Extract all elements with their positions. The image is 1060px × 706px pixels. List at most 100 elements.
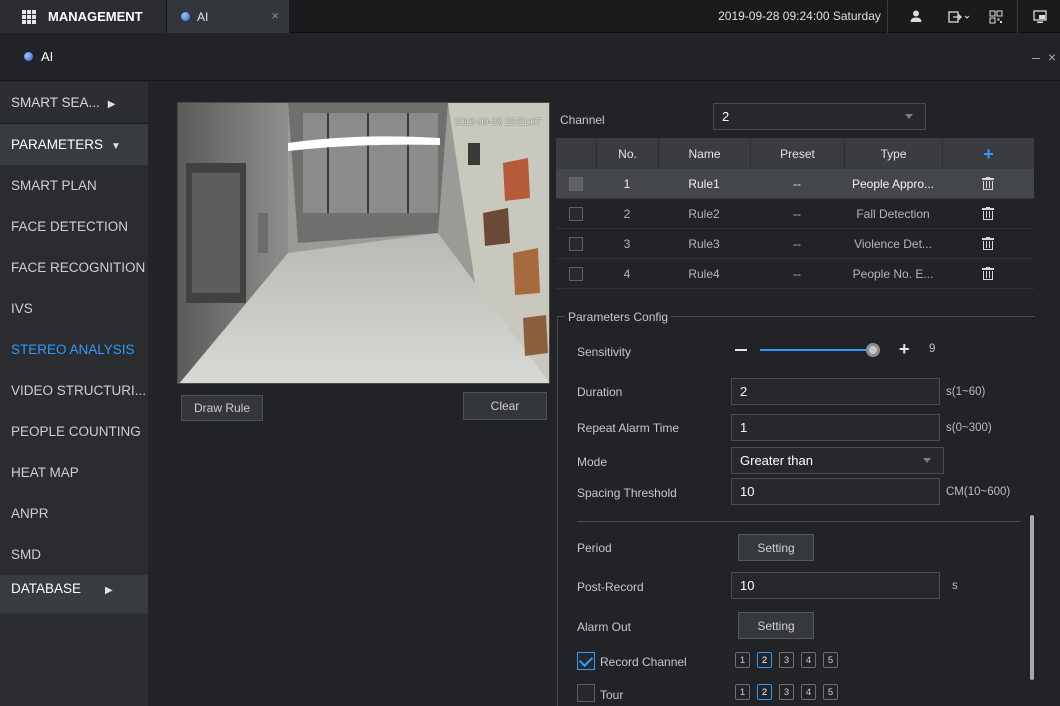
spacing-threshold-field[interactable]: 10: [731, 478, 940, 505]
row-no: 1: [623, 176, 631, 191]
record-channel-label: Record Channel: [600, 655, 687, 669]
parameters-config-legend: Parameters Config: [565, 310, 672, 324]
page-title-bar: AI – ×: [0, 33, 1060, 81]
row-preset: --: [793, 176, 801, 191]
row-type: Fall Detection: [856, 206, 930, 221]
sensitivity-slider-thumb[interactable]: [865, 343, 880, 357]
top-bar: MANAGEMENT AI × 2019-09-28 09:24:00 Satu…: [0, 0, 1060, 33]
mode-value: Greater than: [740, 453, 813, 468]
section-divider: [577, 521, 1020, 522]
add-rule-icon[interactable]: +: [983, 145, 994, 163]
decrease-icon[interactable]: [735, 349, 747, 351]
delete-icon[interactable]: [982, 267, 994, 280]
camera-scene-image: [178, 103, 549, 383]
tour-channel-1[interactable]: 1: [735, 684, 750, 700]
alarm-out-setting-button[interactable]: Setting: [738, 612, 814, 639]
system-datetime: 2019-09-28 09:24:00 Saturday: [712, 0, 888, 33]
table-header: No. Name Preset Type +: [556, 138, 1034, 169]
table-row[interactable]: 3 Rule3 -- Violence Det...: [556, 229, 1034, 259]
clear-button[interactable]: Clear: [463, 392, 547, 420]
delete-icon[interactable]: [982, 207, 994, 220]
sidebar-item-label: SMART SEA...: [11, 95, 100, 110]
row-no: 2: [623, 206, 631, 221]
ai-title-icon: [24, 52, 33, 61]
period-label: Period: [577, 541, 612, 555]
row-name: Rule4: [688, 266, 720, 281]
sidebar-item-people-counting[interactable]: PEOPLE COUNTING: [0, 411, 148, 452]
delete-icon[interactable]: [982, 237, 994, 250]
delete-icon[interactable]: [982, 177, 994, 190]
tour-channel-5[interactable]: 5: [823, 684, 838, 700]
channel-select[interactable]: 2: [713, 103, 926, 130]
record-channel-checkbox[interactable]: [577, 652, 595, 670]
tab-close-icon[interactable]: ×: [271, 8, 279, 23]
video-preview[interactable]: 2019-09-28 23:51:07: [177, 102, 550, 384]
duration-unit: s(1~60): [946, 386, 986, 398]
row-name: Rule1: [688, 176, 720, 191]
repeat-alarm-field[interactable]: 1: [731, 414, 940, 441]
row-type: People Appro...: [851, 176, 935, 191]
sidebar-item-smart-plan[interactable]: SMART PLAN: [0, 165, 148, 206]
record-channel-5[interactable]: 5: [823, 652, 838, 668]
increase-icon[interactable]: +: [899, 340, 910, 358]
row-checkbox[interactable]: [569, 266, 583, 281]
row-preset: --: [793, 236, 801, 251]
sidebar-item-video-structuring[interactable]: VIDEO STRUCTURI...: [0, 370, 148, 411]
duration-label: Duration: [577, 385, 623, 399]
record-channel-1[interactable]: 1: [735, 652, 750, 668]
record-channel-4[interactable]: 4: [801, 652, 816, 668]
logout-icon[interactable]: [944, 0, 974, 33]
management-menu[interactable]: MANAGEMENT: [0, 0, 166, 33]
table-row[interactable]: 1 Rule1 -- People Appro...: [556, 169, 1034, 199]
sensitivity-label: Sensitivity: [577, 345, 632, 359]
sensitivity-value: 9: [929, 343, 936, 355]
sidebar-item-stereo-analysis[interactable]: STEREO ANALYSIS: [0, 329, 148, 370]
tour-channel-3[interactable]: 3: [779, 684, 794, 700]
alarm-out-label: Alarm Out: [577, 620, 632, 634]
repeat-alarm-unit: s(0~300): [946, 422, 992, 434]
video-timestamp: 2019-09-28 23:51:07: [453, 117, 541, 128]
row-name: Rule2: [688, 206, 720, 221]
sidebar-item-face-recognition[interactable]: FACE RECOGNITION: [0, 247, 148, 288]
record-channel-2[interactable]: 2: [757, 652, 772, 668]
sidebar-item-smd[interactable]: SMD: [0, 534, 148, 575]
row-checkbox[interactable]: [569, 206, 583, 221]
ai-tab-icon: [181, 12, 190, 21]
sidebar-item-heat-map[interactable]: HEAT MAP: [0, 452, 148, 493]
record-channel-3[interactable]: 3: [779, 652, 794, 668]
management-label: MANAGEMENT: [48, 9, 143, 24]
window-controls[interactable]: – ×: [1032, 49, 1058, 65]
chevron-down-icon: ▼: [111, 141, 121, 152]
mode-select[interactable]: Greater than: [731, 447, 944, 474]
fullscreen-icon[interactable]: [1028, 0, 1052, 33]
sensitivity-slider-track[interactable]: [760, 349, 873, 351]
user-icon[interactable]: [904, 0, 928, 33]
sidebar-item-ivs[interactable]: IVS: [0, 288, 148, 329]
column-name: Name: [688, 146, 721, 161]
post-record-field[interactable]: 10: [731, 572, 940, 599]
sidebar-item-parameters[interactable]: PARAMETERS ▼: [0, 124, 148, 165]
chevron-right-icon: ▶: [107, 99, 116, 110]
row-checkbox[interactable]: [569, 176, 583, 191]
sidebar-item-smart-search[interactable]: SMART SEA... ▶: [0, 82, 148, 123]
sidebar-item-anpr[interactable]: ANPR: [0, 493, 148, 534]
tour-channel-2[interactable]: 2: [757, 684, 772, 700]
rules-table: No. Name Preset Type + 1 Rule1 -- People…: [556, 138, 1034, 289]
spacing-threshold-unit: CM(10~600): [946, 486, 1011, 498]
sidebar-item-database[interactable]: DATABASE ▶: [0, 575, 148, 613]
post-record-label: Post-Record: [577, 580, 644, 594]
period-setting-button[interactable]: Setting: [738, 534, 814, 561]
table-row[interactable]: 2 Rule2 -- Fall Detection: [556, 199, 1034, 229]
row-checkbox[interactable]: [569, 236, 583, 251]
tour-channel-4[interactable]: 4: [801, 684, 816, 700]
sidebar-item-face-detection[interactable]: FACE DETECTION: [0, 206, 148, 247]
table-row[interactable]: 4 Rule4 -- People No. E...: [556, 259, 1034, 289]
scrollbar[interactable]: [1030, 515, 1034, 680]
spacing-threshold-label: Spacing Threshold: [577, 486, 677, 500]
tour-label: Tour: [600, 688, 624, 702]
qr-code-icon[interactable]: [984, 0, 1018, 33]
draw-rule-button[interactable]: Draw Rule: [181, 395, 263, 421]
tour-checkbox[interactable]: [577, 684, 595, 702]
tab-ai[interactable]: AI ×: [167, 0, 289, 33]
duration-field[interactable]: 2: [731, 378, 940, 405]
